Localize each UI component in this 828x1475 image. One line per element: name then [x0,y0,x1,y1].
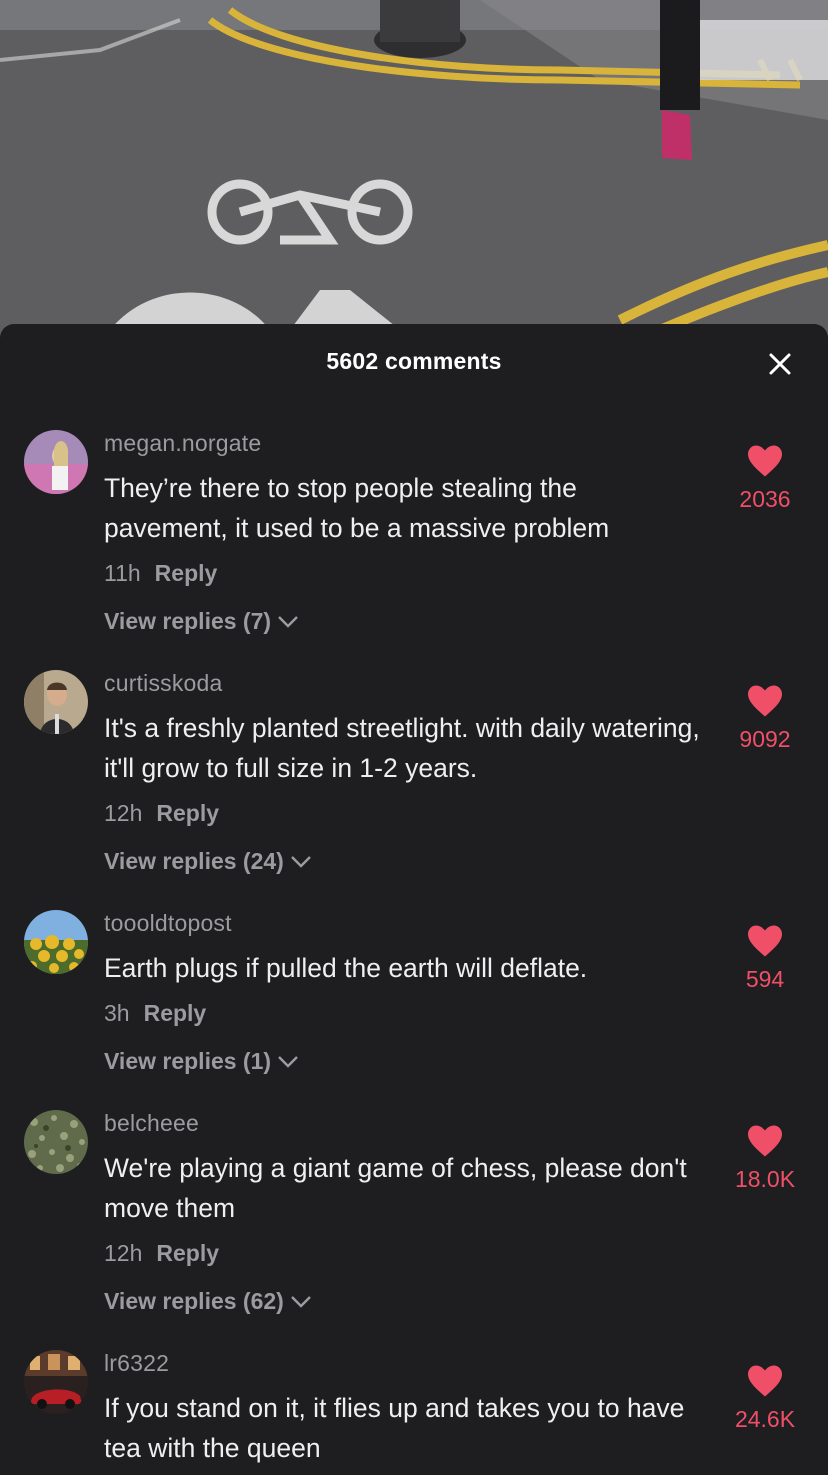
reply-button[interactable]: Reply [156,1240,219,1266]
comment-text: If you stand on it, it flies up and take… [104,1393,685,1463]
comment-item: belcheee We're playing a giant game of c… [0,1110,828,1330]
avatar[interactable] [24,670,88,734]
street-scene-image [0,0,828,340]
comments-header: 5602 comments [0,324,828,402]
comment-time: 11h [104,560,141,586]
comment-item: curtisskoda It's a freshly planted stree… [0,670,828,890]
reply-button[interactable]: Reply [144,1000,207,1026]
comment-username[interactable]: toooldtopost [104,910,232,937]
reply-button[interactable]: Reply [155,560,218,586]
comment-username[interactable]: belcheee [104,1110,199,1137]
comment-meta: 11h Reply [104,560,217,587]
comment-meta: 12h Reply [104,800,219,827]
avatar[interactable] [24,910,88,974]
view-replies-label: View replies (7) [104,608,272,634]
like-button[interactable]: 24.6K [720,1364,810,1433]
comment-meta: 12h Reply [104,1240,219,1267]
close-icon [769,353,791,375]
like-count: 2036 [739,486,791,512]
like-count: 24.6K [734,1406,796,1432]
heart-icon [748,1125,782,1157]
comments-count-title: 5602 comments [326,348,502,374]
chevron-down-icon [290,1295,311,1308]
reply-button[interactable]: Reply [156,800,219,826]
like-button[interactable]: 594 [720,924,810,993]
view-replies-button[interactable]: View replies (62) [104,1288,312,1315]
comment-item: megan.norgate They’re there to stop peop… [0,430,828,650]
view-replies-button[interactable]: View replies (1) [104,1048,299,1075]
comments-sheet: 5602 comments megan.norgate They’re ther… [0,324,828,1475]
like-count: 9092 [739,726,791,752]
comment-item: lr6322 If you stand on it, it flies up a… [0,1350,828,1475]
heart-icon [748,1365,782,1397]
view-replies-label: View replies (62) [104,1288,284,1314]
comment-text: We're playing a giant game of chess, ple… [104,1153,687,1223]
view-replies-label: View replies (24) [104,848,284,874]
comment-username[interactable]: curtisskoda [104,670,223,697]
comment-username[interactable]: lr6322 [104,1350,169,1377]
comment-username[interactable]: megan.norgate [104,430,261,457]
comment-text: Earth plugs if pulled the earth will def… [104,953,588,983]
comment-item: toooldtopost Earth plugs if pulled the e… [0,910,828,1090]
comment-text: They’re there to stop people stealing th… [104,473,610,543]
comment-time: 12h [104,1240,143,1266]
chevron-down-icon [278,1055,298,1068]
avatar[interactable] [24,1350,88,1414]
like-button[interactable]: 18.0K [720,1124,810,1193]
video-background [0,0,828,340]
view-replies-button[interactable]: View replies (7) [104,608,299,635]
close-button[interactable] [766,350,794,378]
comment-text: It's a freshly planted streetlight. with… [104,713,700,783]
like-count: 18.0K [734,1166,796,1192]
like-button[interactable]: 9092 [720,684,810,753]
heart-icon [748,925,782,957]
chevron-down-icon [290,855,311,868]
view-replies-label: View replies (1) [104,1048,272,1074]
comment-meta: 3h Reply [104,1000,206,1027]
avatar[interactable] [24,430,88,494]
like-count: 594 [745,966,785,992]
heart-icon [748,685,782,717]
avatar[interactable] [24,1110,88,1174]
chevron-down-icon [278,615,298,628]
comment-time: 3h [104,1000,130,1026]
heart-icon [748,445,782,477]
view-replies-button[interactable]: View replies (24) [104,848,312,875]
comment-time: 12h [104,800,143,826]
like-button[interactable]: 2036 [720,444,810,513]
